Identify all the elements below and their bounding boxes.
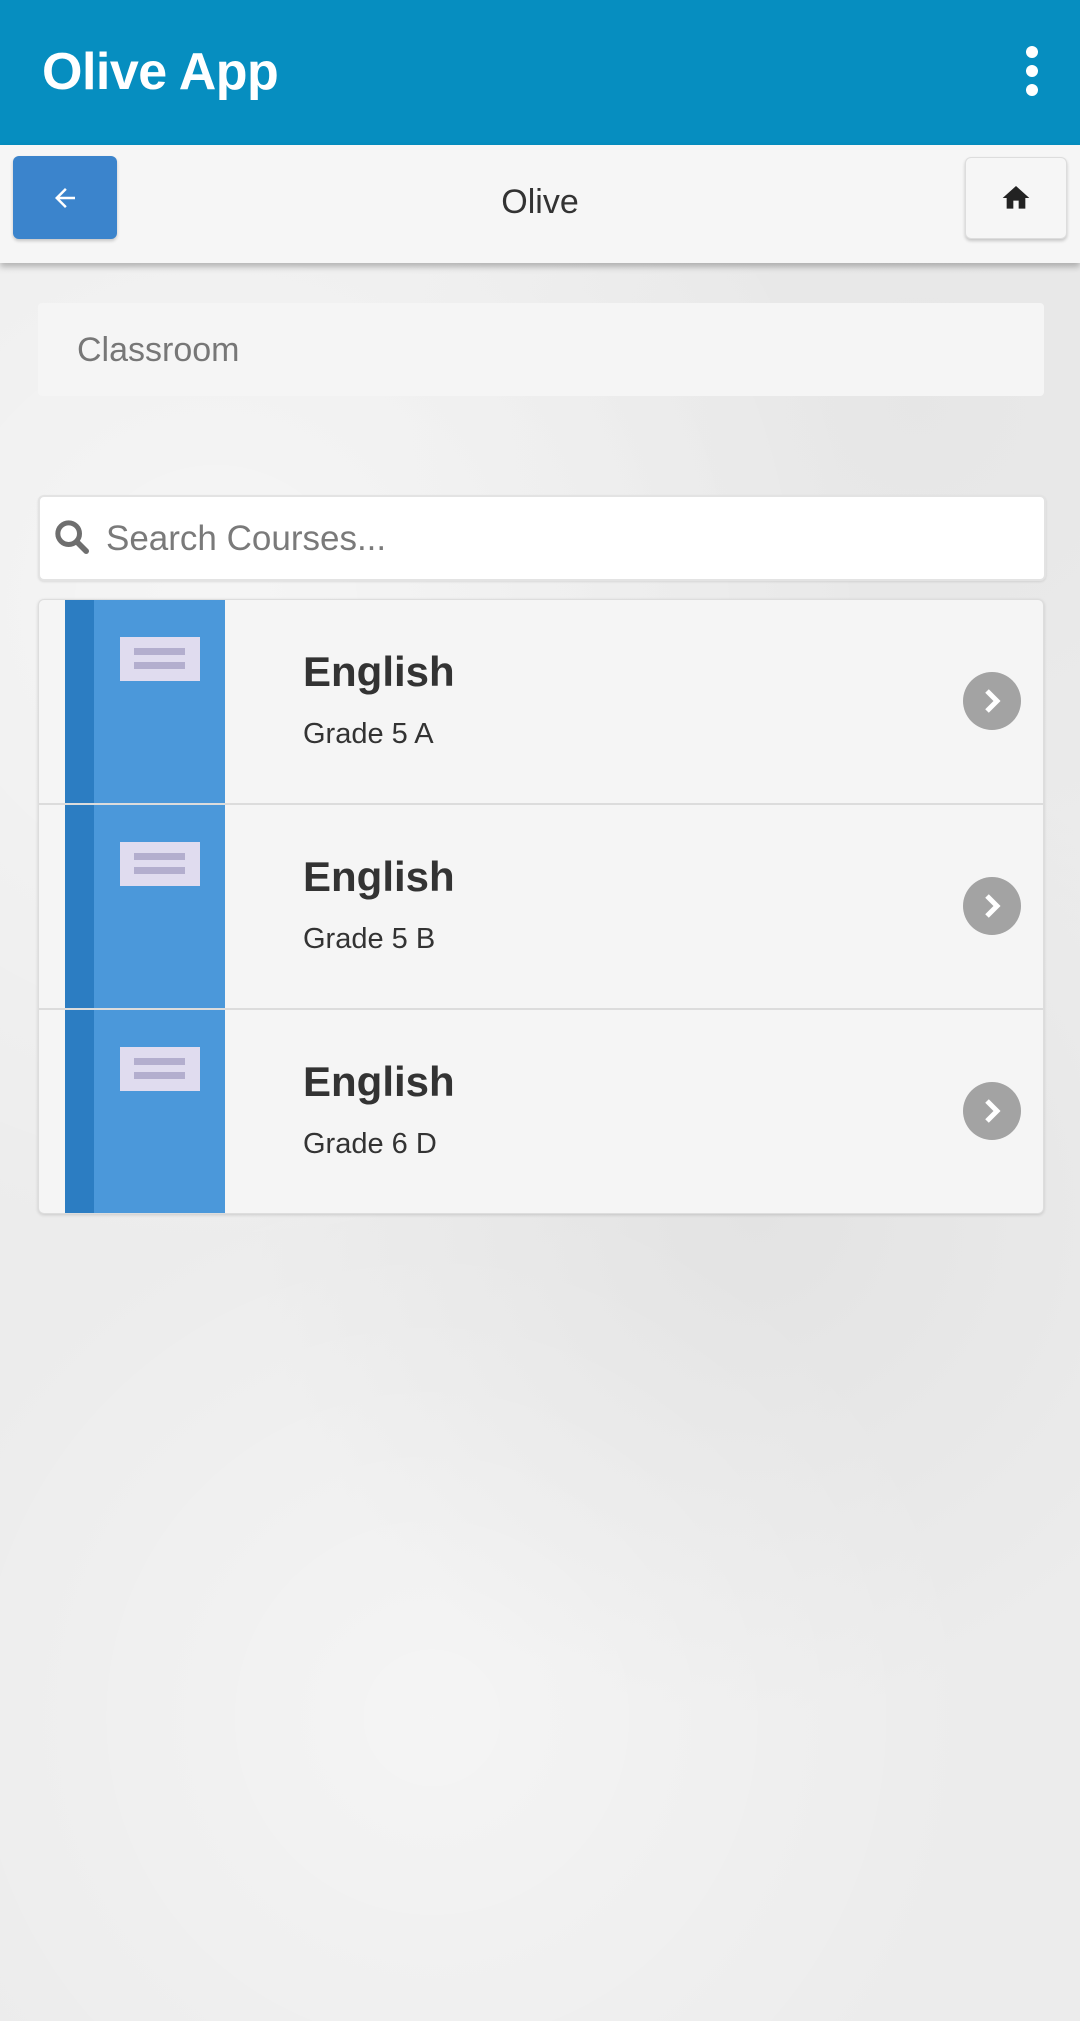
- course-item[interactable]: English Grade 5 A: [39, 600, 1043, 805]
- app-bar: Olive App: [0, 0, 1080, 145]
- book-icon: [65, 805, 225, 1008]
- course-item[interactable]: English Grade 6 D: [39, 1010, 1043, 1213]
- course-grade: Grade 5 B: [303, 923, 436, 955]
- section-title: Classroom: [77, 331, 240, 369]
- section-header: Classroom: [38, 303, 1044, 396]
- course-title: English: [303, 1058, 455, 1105]
- course-item[interactable]: English Grade 5 B: [39, 805, 1043, 1010]
- chevron-right-icon[interactable]: [963, 672, 1021, 730]
- search-box: [38, 495, 1046, 581]
- home-button[interactable]: [965, 157, 1067, 239]
- app-title: Olive App: [42, 43, 279, 101]
- chevron-right-icon[interactable]: [963, 877, 1021, 935]
- course-title: English: [303, 648, 455, 695]
- page-title: Olive: [501, 183, 579, 221]
- home-icon: [1002, 186, 1030, 209]
- sub-navigation-bar: Olive: [0, 145, 1080, 263]
- course-grade: Grade 5 A: [303, 718, 434, 750]
- chevron-right-icon[interactable]: [963, 1082, 1021, 1140]
- book-icon: [65, 600, 225, 803]
- course-list: English Grade 5 A English Grade 5 B Engl…: [38, 599, 1044, 1214]
- search-icon: [55, 520, 89, 554]
- course-title: English: [303, 853, 455, 900]
- book-icon: [65, 1010, 225, 1213]
- more-vert-icon[interactable]: [1014, 46, 1050, 96]
- course-grade: Grade 6 D: [303, 1128, 437, 1160]
- search-input[interactable]: [104, 497, 1028, 581]
